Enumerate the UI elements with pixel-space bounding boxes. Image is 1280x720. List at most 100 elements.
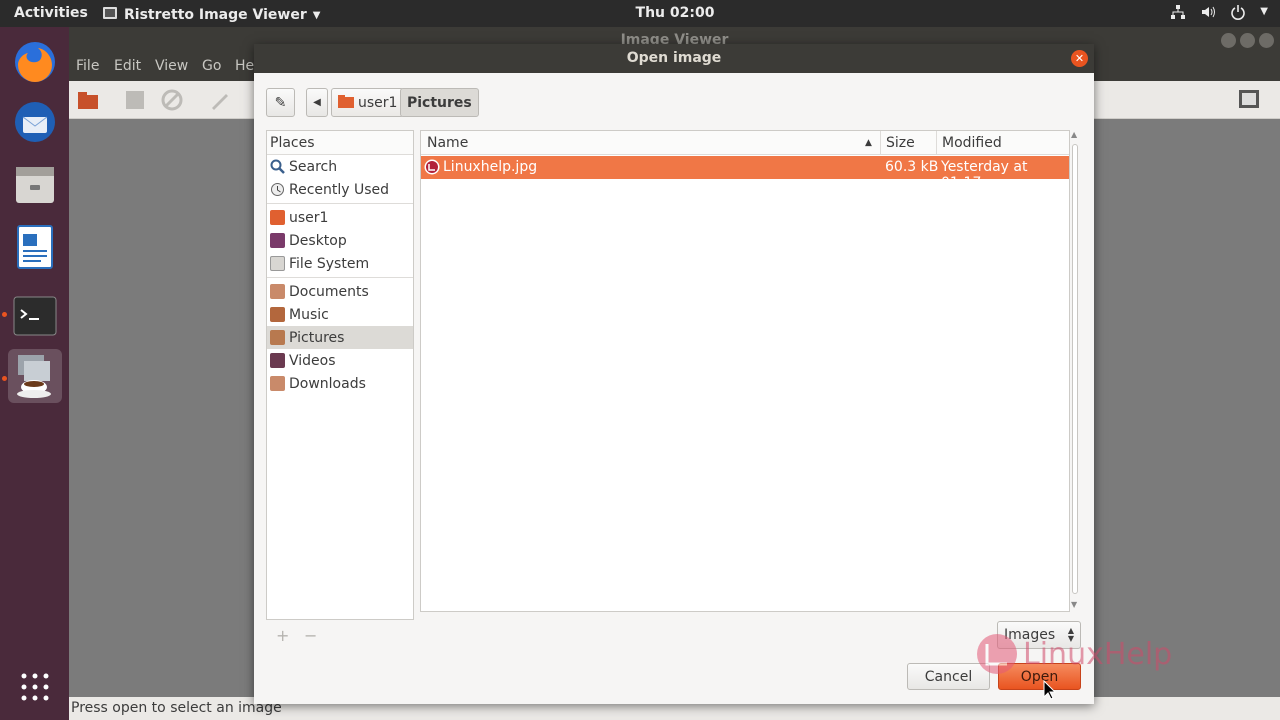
home-folder-icon bbox=[338, 94, 354, 112]
pictures-folder-icon bbox=[270, 330, 285, 345]
sidebar-item-music[interactable]: Music bbox=[267, 303, 413, 326]
libreoffice-writer-icon[interactable] bbox=[8, 219, 62, 273]
scroll-up-icon[interactable]: ▲ bbox=[1071, 130, 1077, 139]
volume-icon[interactable] bbox=[1200, 4, 1216, 24]
downloads-folder-icon bbox=[270, 376, 285, 391]
desktop-icon bbox=[270, 233, 285, 248]
save-icon[interactable] bbox=[124, 89, 146, 115]
minimize-button[interactable] bbox=[1221, 33, 1236, 48]
path-back-button[interactable]: ◀ bbox=[306, 88, 328, 117]
places-header: Places bbox=[267, 131, 413, 155]
sidebar-item-file-system[interactable]: File System bbox=[267, 252, 413, 275]
sidebar-item-label: Music bbox=[289, 306, 329, 323]
sort-ascending-icon: ▲ bbox=[865, 138, 872, 148]
pencil-icon: ✎ bbox=[274, 94, 287, 111]
sidebar-item-label: Recently Used bbox=[289, 181, 390, 198]
path-label: user1 bbox=[358, 94, 398, 111]
close-icon[interactable]: ✕ bbox=[1071, 50, 1088, 67]
divider bbox=[267, 277, 413, 278]
sidebar-item-label: File System bbox=[289, 255, 370, 272]
watermark-logo bbox=[977, 634, 1017, 674]
column-headers: Name ▲ Size Modified bbox=[421, 131, 1069, 155]
search-icon bbox=[270, 159, 285, 174]
column-size[interactable]: Size bbox=[886, 135, 915, 151]
recent-icon bbox=[270, 182, 285, 197]
menu-view[interactable]: View bbox=[155, 58, 188, 74]
menu-go[interactable]: Go bbox=[202, 58, 221, 74]
sidebar-item-recently-used[interactable]: Recently Used bbox=[267, 178, 413, 201]
mouse-cursor-icon bbox=[1043, 679, 1057, 704]
system-tray[interactable]: ▼ bbox=[1170, 4, 1268, 24]
sidebar-item-documents[interactable]: Documents bbox=[267, 280, 413, 303]
table-row[interactable]: Linuxhelp.jpg 60.3 kB Yesterday at 01:17 bbox=[421, 156, 1069, 191]
terminal-icon[interactable] bbox=[8, 289, 62, 343]
sidebar-item-search[interactable]: Search bbox=[267, 155, 413, 178]
column-modified[interactable]: Modified bbox=[942, 135, 1002, 151]
column-divider bbox=[936, 131, 937, 155]
sidebar-item-label: Downloads bbox=[289, 375, 366, 392]
sidebar-item-desktop[interactable]: Desktop bbox=[267, 229, 413, 252]
network-icon[interactable] bbox=[1170, 4, 1186, 24]
file-name: Linuxhelp.jpg bbox=[443, 159, 538, 175]
drive-icon bbox=[270, 256, 285, 271]
power-icon[interactable] bbox=[1230, 4, 1246, 24]
places-sidebar: Places Search Recently Used user1 Deskto… bbox=[266, 130, 414, 620]
sidebar-item-label: user1 bbox=[289, 209, 329, 226]
running-indicator bbox=[2, 312, 7, 317]
ristretto-icon[interactable] bbox=[8, 349, 62, 403]
sidebar-item-label: Documents bbox=[289, 283, 369, 300]
fullscreen-icon[interactable] bbox=[1237, 87, 1261, 115]
dock bbox=[0, 27, 69, 720]
watermark: LinuxHelp bbox=[975, 632, 1172, 676]
scroll-track[interactable] bbox=[1072, 144, 1078, 594]
clock[interactable]: Thu 02:00 bbox=[0, 5, 1280, 21]
sidebar-item-videos[interactable]: Videos bbox=[267, 349, 413, 372]
menu-help[interactable]: He bbox=[235, 58, 254, 74]
chevron-left-icon: ◀ bbox=[313, 97, 321, 108]
open-image-dialog: Open image ✕ ✎ ◀ user1 Pictures Places S… bbox=[254, 44, 1094, 704]
column-divider bbox=[880, 131, 881, 155]
running-indicator bbox=[2, 376, 7, 381]
show-apps-icon[interactable] bbox=[8, 659, 62, 713]
maximize-button[interactable] bbox=[1240, 33, 1255, 48]
path-label: Pictures bbox=[407, 94, 472, 111]
documents-folder-icon bbox=[270, 284, 285, 299]
column-name[interactable]: Name bbox=[427, 135, 468, 151]
dialog-title: Open image bbox=[254, 44, 1094, 73]
edit-icon[interactable] bbox=[209, 89, 231, 115]
videos-folder-icon bbox=[270, 353, 285, 368]
sidebar-item-pictures[interactable]: Pictures bbox=[267, 326, 413, 349]
add-place-button[interactable]: + bbox=[276, 626, 289, 645]
sidebar-item-label: Pictures bbox=[289, 329, 345, 346]
home-folder-icon bbox=[270, 210, 285, 225]
file-modified: Yesterday at 01:17 bbox=[941, 159, 1028, 191]
chevron-down-icon[interactable]: ▼ bbox=[1260, 4, 1268, 24]
file-list: Name ▲ Size Modified Linuxhelp.jpg 60.3 … bbox=[420, 130, 1070, 612]
image-file-icon bbox=[424, 159, 440, 179]
file-size: 60.3 kB bbox=[885, 159, 939, 175]
thunderbird-icon[interactable] bbox=[8, 95, 62, 149]
scrollbar[interactable]: ▲ ▼ bbox=[1069, 130, 1081, 612]
sidebar-item-label: Videos bbox=[289, 352, 336, 369]
divider bbox=[267, 203, 413, 204]
remove-place-button[interactable]: − bbox=[304, 626, 317, 645]
path-segment-pictures[interactable]: Pictures bbox=[400, 88, 479, 117]
music-folder-icon bbox=[270, 307, 285, 322]
watermark-text: LinuxHelp bbox=[1023, 636, 1173, 672]
scroll-down-icon[interactable]: ▼ bbox=[1071, 600, 1077, 609]
firefox-icon[interactable] bbox=[8, 35, 62, 89]
path-segment-user1[interactable]: user1 bbox=[331, 88, 405, 117]
files-icon[interactable] bbox=[8, 157, 62, 211]
menu-edit[interactable]: Edit bbox=[114, 58, 141, 74]
window-controls bbox=[1221, 33, 1274, 48]
delete-icon[interactable] bbox=[161, 89, 183, 115]
top-bar: Activities Ristretto Image Viewer ▼ Thu … bbox=[0, 0, 1280, 27]
menu-file[interactable]: File bbox=[76, 58, 99, 74]
close-button[interactable] bbox=[1259, 33, 1274, 48]
open-folder-icon[interactable] bbox=[77, 89, 99, 115]
sidebar-item-user1[interactable]: user1 bbox=[267, 206, 413, 229]
sidebar-item-downloads[interactable]: Downloads bbox=[267, 372, 413, 395]
type-location-button[interactable]: ✎ bbox=[266, 88, 295, 117]
sidebar-item-label: Search bbox=[289, 158, 338, 175]
sidebar-item-label: Desktop bbox=[289, 232, 347, 249]
